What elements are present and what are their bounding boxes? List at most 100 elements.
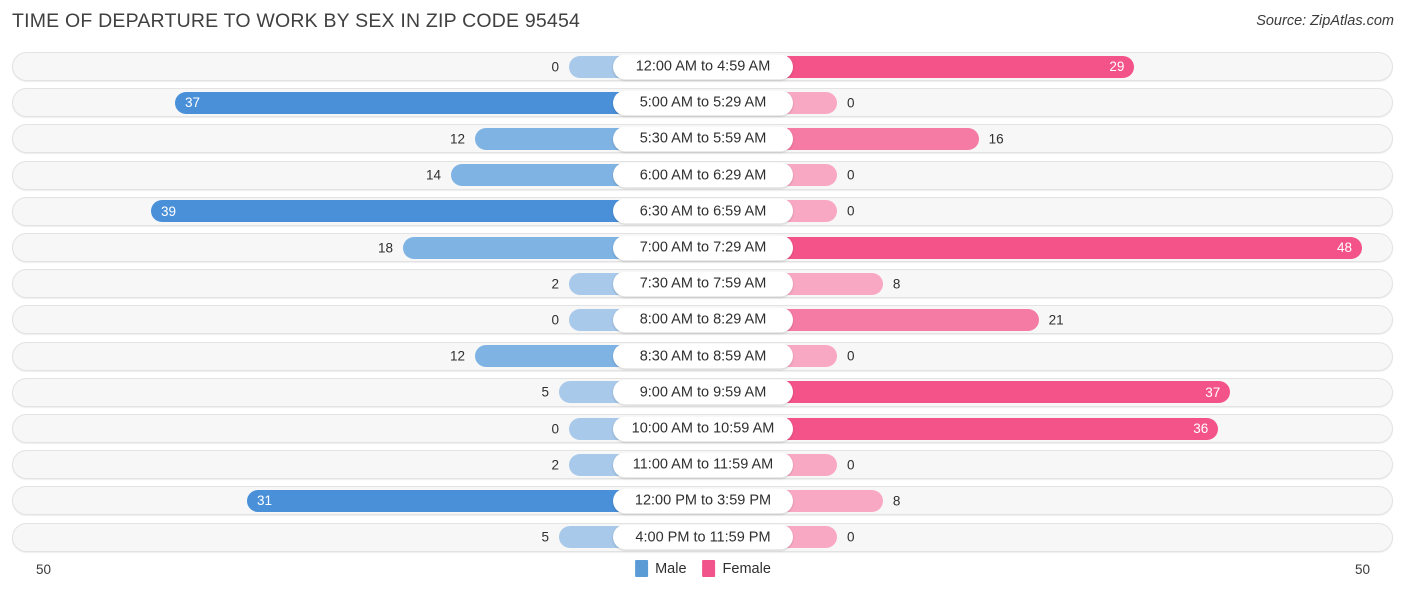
chart-header: TIME OF DEPARTURE TO WORK BY SEX IN ZIP … <box>0 0 1406 46</box>
bar-female[interactable] <box>787 489 883 512</box>
bar-value-male: 2 <box>551 457 559 473</box>
bar-male[interactable] <box>475 345 619 368</box>
table-row[interactable]: 12 16 5:30 AM to 5:59 AM <box>12 124 1393 154</box>
bar-value-male: 18 <box>377 240 393 255</box>
bar-female[interactable] <box>787 453 837 476</box>
bar-male[interactable] <box>559 381 619 404</box>
bar-value-male: 5 <box>541 529 549 545</box>
row-content: 2 8 7:30 AM to 7:59 AM <box>13 270 1392 297</box>
bar-value-female: 8 <box>892 276 901 292</box>
category-label-pill: 6:30 AM to 6:59 AM <box>613 198 793 224</box>
bar-value-female: 0 <box>847 529 855 545</box>
bar-male[interactable]: 37 <box>175 91 619 114</box>
bar-value-male: 0 <box>551 312 559 328</box>
source-attribution: Source: ZipAtlas.com <box>1256 13 1394 29</box>
table-row[interactable]: 0 21 8:00 AM to 8:29 AM <box>12 305 1393 335</box>
category-label-pill: 7:00 AM to 7:29 AM <box>613 235 793 260</box>
bar-female[interactable] <box>787 164 837 187</box>
row-content: 12 16 5:30 AM to 5:59 AM <box>13 125 1392 152</box>
axis-label-right-max: 50 <box>1354 562 1370 577</box>
bar-value-male: 0 <box>551 59 559 74</box>
table-row[interactable]: 2 8 7:30 AM to 7:59 AM <box>12 269 1393 299</box>
bar-male[interactable] <box>569 453 619 476</box>
legend-label-female: Female <box>722 560 771 577</box>
bar-male[interactable]: 39 <box>151 200 619 223</box>
row-content: 18 48 7:00 AM to 7:29 AM <box>13 234 1392 261</box>
table-row[interactable]: 14 0 6:00 AM to 6:29 AM <box>12 160 1393 190</box>
category-label-pill: 6:00 AM to 6:29 AM <box>613 162 793 188</box>
row-content: 14 0 6:00 AM to 6:29 AM <box>13 162 1392 189</box>
bar-female[interactable] <box>787 127 979 150</box>
bar-value-male: 37 <box>185 95 201 111</box>
table-row[interactable]: 12 0 8:30 AM to 8:59 AM <box>12 341 1393 371</box>
row-content: 0 29 12:00 AM to 4:59 AM <box>13 53 1392 80</box>
row-content: 5 37 9:00 AM to 9:59 AM <box>13 379 1392 406</box>
row-content: 5 0 4:00 PM to 11:59 PM <box>13 524 1392 551</box>
bar-male[interactable] <box>403 236 619 259</box>
bar-value-male: 5 <box>541 384 549 400</box>
row-content: 39 0 6:30 AM to 6:59 AM <box>13 198 1392 225</box>
legend-item-female[interactable]: Female <box>702 560 771 577</box>
bar-female[interactable] <box>787 272 883 295</box>
bar-female[interactable] <box>787 200 837 223</box>
bar-value-female: 16 <box>988 131 1004 147</box>
row-content: 0 36 10:00 AM to 10:59 AM <box>13 415 1392 442</box>
row-content: 2 0 11:00 AM to 11:59 AM <box>13 451 1392 478</box>
bar-male[interactable] <box>451 164 619 187</box>
category-label-pill: 5:30 AM to 5:59 AM <box>613 126 793 152</box>
bar-male[interactable] <box>569 272 619 295</box>
table-row[interactable]: 0 36 10:00 AM to 10:59 AM <box>12 414 1393 443</box>
table-row[interactable]: 2 0 11:00 AM to 11:59 AM <box>12 450 1393 480</box>
bar-female[interactable]: 36 <box>787 417 1219 440</box>
bar-male[interactable] <box>475 127 619 150</box>
bar-female[interactable]: 37 <box>787 381 1231 404</box>
bar-female[interactable] <box>787 526 837 549</box>
axis-label-left-max: 50 <box>36 562 52 577</box>
category-label-pill: 8:30 AM to 8:59 AM <box>613 343 793 369</box>
bar-value-male: 39 <box>161 203 177 219</box>
bar-male[interactable]: 31 <box>247 489 619 512</box>
category-label-pill: 4:00 PM to 11:59 PM <box>613 524 793 550</box>
table-row[interactable]: 18 48 7:00 AM to 7:29 AM <box>12 233 1393 262</box>
bar-female[interactable]: 48 <box>787 236 1363 259</box>
bar-value-female: 8 <box>892 493 901 509</box>
bar-male[interactable] <box>569 55 619 78</box>
bar-value-female: 37 <box>1205 384 1221 400</box>
category-label-pill: 12:00 PM to 3:59 PM <box>613 488 793 514</box>
bar-value-female: 0 <box>847 348 855 364</box>
bar-male[interactable] <box>569 417 619 440</box>
row-content: 31 8 12:00 PM to 3:59 PM <box>13 487 1392 514</box>
bar-male[interactable] <box>569 308 619 331</box>
bar-value-male: 0 <box>551 421 559 436</box>
legend-swatch-female-icon <box>702 560 716 577</box>
table-row[interactable]: 5 0 4:00 PM to 11:59 PM <box>12 522 1393 552</box>
bar-female[interactable] <box>787 345 837 368</box>
page-title: TIME OF DEPARTURE TO WORK BY SEX IN ZIP … <box>12 10 581 32</box>
legend-label-male: Male <box>655 560 687 577</box>
table-row[interactable]: 31 8 12:00 PM to 3:59 PM <box>12 486 1393 516</box>
bar-female[interactable]: 29 <box>787 55 1135 78</box>
category-label-pill: 9:00 AM to 9:59 AM <box>613 379 793 405</box>
row-content: 37 0 5:00 AM to 5:29 AM <box>13 89 1392 116</box>
bar-value-female: 36 <box>1193 421 1209 436</box>
bar-value-male: 2 <box>551 276 559 292</box>
row-content: 12 0 8:30 AM to 8:59 AM <box>13 343 1392 370</box>
table-row[interactable]: 39 0 6:30 AM to 6:59 AM <box>12 196 1393 226</box>
category-label-pill: 7:30 AM to 7:59 AM <box>613 271 793 297</box>
table-row[interactable]: 5 37 9:00 AM to 9:59 AM <box>12 377 1393 407</box>
table-row[interactable]: 37 0 5:00 AM to 5:29 AM <box>12 88 1393 118</box>
bar-female[interactable] <box>787 91 837 114</box>
category-label-pill: 12:00 AM to 4:59 AM <box>613 54 793 79</box>
bar-value-female: 0 <box>847 203 855 219</box>
chart-legend: Male Female <box>635 560 771 577</box>
bar-value-female: 21 <box>1048 312 1064 328</box>
chart-footer: 50 Male Female 50 <box>0 556 1406 595</box>
table-row[interactable]: 0 29 12:00 AM to 4:59 AM <box>12 52 1393 81</box>
chart-root: TIME OF DEPARTURE TO WORK BY SEX IN ZIP … <box>0 0 1406 595</box>
category-label-pill: 11:00 AM to 11:59 AM <box>613 452 793 478</box>
bar-male[interactable] <box>559 526 619 549</box>
bar-value-female: 29 <box>1109 59 1125 74</box>
bar-female[interactable] <box>787 308 1039 331</box>
bar-value-female: 48 <box>1337 240 1353 255</box>
legend-item-male[interactable]: Male <box>635 560 687 577</box>
